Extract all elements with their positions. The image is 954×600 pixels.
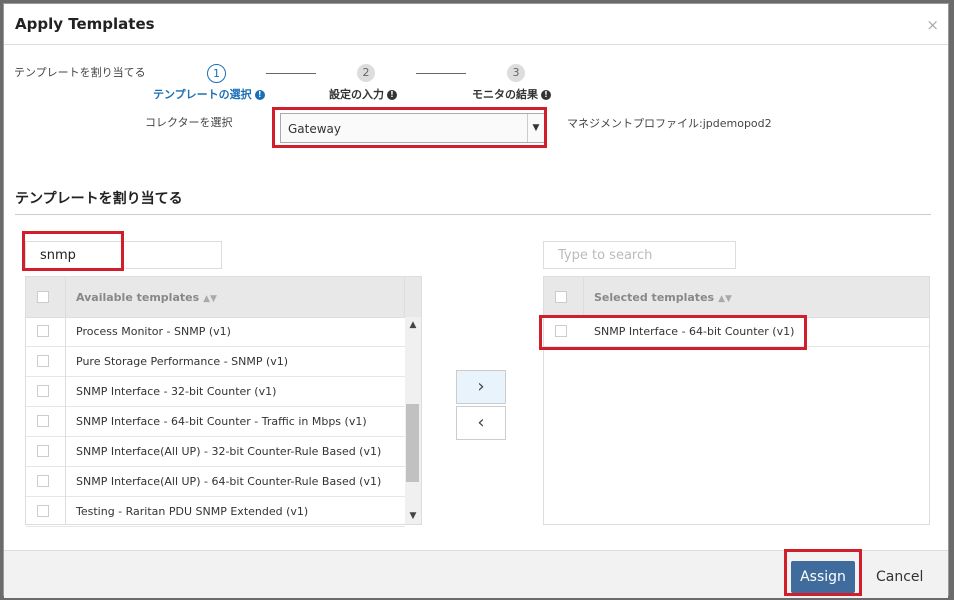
list-item[interactable]: SNMP Interface(All UP) - 64-bit Counter-…	[26, 467, 405, 497]
selected-table-header: Selected templates ▲▼	[544, 277, 929, 318]
scrollbar-thumb[interactable]	[406, 403, 419, 482]
step-2-circle: 2	[357, 64, 375, 82]
step-2-label[interactable]: 設定の入力!	[329, 86, 397, 102]
step-1-text: テンプレートの選択	[153, 88, 252, 101]
highlight-box	[22, 231, 124, 271]
step-1-label[interactable]: テンプレートの選択!	[153, 86, 265, 102]
template-name: Pure Storage Performance - SNMP (v1)	[76, 355, 289, 368]
column-divider	[404, 277, 405, 317]
template-name: Process Monitor - SNMP (v1)	[76, 325, 231, 338]
assign-section-title: テンプレートを割り当てる	[15, 191, 183, 207]
available-header[interactable]: Available templates ▲▼	[76, 291, 217, 304]
move-right-button[interactable]: ›	[456, 370, 506, 404]
list-item[interactable]: Process Monitor - SNMP (v1)	[26, 317, 405, 347]
column-divider	[583, 277, 584, 317]
column-divider	[65, 317, 66, 524]
row-checkbox[interactable]	[37, 325, 49, 337]
move-left-button[interactable]: ‹	[456, 406, 506, 440]
management-profile: マネジメントプロファイル:jpdemopod2	[567, 117, 772, 130]
step-connector	[416, 73, 466, 74]
collector-label: コレクターを選択	[145, 116, 233, 129]
list-item[interactable]: Testing - Raritan PDU SNMP Extended (v1)	[26, 497, 405, 527]
list-item[interactable]: SNMP Interface(All UP) - 32-bit Counter-…	[26, 437, 405, 467]
column-divider	[65, 277, 66, 317]
row-checkbox[interactable]	[37, 385, 49, 397]
list-item[interactable]: Pure Storage Performance - SNMP (v1)	[26, 347, 405, 377]
highlight-box	[272, 107, 547, 148]
wizard-heading: テンプレートを割り当てる	[14, 66, 146, 79]
selected-search-placeholder: Type to search	[558, 248, 653, 263]
section-divider	[15, 214, 931, 215]
selected-header[interactable]: Selected templates ▲▼	[594, 291, 732, 304]
highlight-box	[539, 315, 807, 350]
chevron-right-icon: ›	[477, 376, 485, 397]
step-2-text: 設定の入力	[329, 88, 384, 101]
row-checkbox[interactable]	[37, 505, 49, 517]
sort-icon[interactable]: ▲▼	[203, 294, 217, 304]
template-name: SNMP Interface(All UP) - 64-bit Counter-…	[76, 475, 382, 488]
selected-search-input[interactable]: Type to search	[543, 241, 736, 269]
sort-icon[interactable]: ▲▼	[718, 294, 732, 304]
info-icon: !	[387, 90, 397, 100]
info-icon: !	[541, 90, 551, 100]
info-icon: !	[254, 90, 265, 100]
row-checkbox[interactable]	[37, 445, 49, 457]
list-item[interactable]: SNMP Interface - 64-bit Counter - Traffi…	[26, 407, 405, 437]
dialog-title: Apply Templates	[15, 15, 155, 33]
template-name: SNMP Interface - 64-bit Counter - Traffi…	[76, 415, 367, 428]
scroll-down-icon[interactable]: ▼	[405, 511, 421, 521]
select-all-checkbox[interactable]	[37, 291, 49, 303]
dialog-header: Apply Templates ×	[4, 4, 948, 45]
selected-templates-panel: Selected templates ▲▼ SNMP Interface - 64…	[543, 276, 930, 525]
available-scrollbar[interactable]: ▲ ▼	[405, 317, 421, 524]
row-checkbox[interactable]	[37, 355, 49, 367]
step-connector	[266, 73, 316, 74]
apply-templates-dialog: Apply Templates × テンプレートを割り当てる 1 2 3 テンプ…	[3, 3, 949, 598]
chevron-left-icon: ‹	[477, 412, 485, 433]
step-3-label[interactable]: モニタの結果!	[472, 86, 551, 102]
step-1-circle: 1	[207, 64, 226, 83]
available-templates-panel: Available templates ▲▼ Process Monitor - …	[25, 276, 422, 527]
close-icon[interactable]: ×	[926, 16, 939, 34]
template-name: SNMP Interface(All UP) - 32-bit Counter-…	[76, 445, 382, 458]
template-name: SNMP Interface - 32-bit Counter (v1)	[76, 385, 277, 398]
template-name: Testing - Raritan PDU SNMP Extended (v1)	[76, 505, 309, 518]
available-header-label: Available templates	[76, 291, 200, 304]
row-checkbox[interactable]	[37, 475, 49, 487]
scroll-up-icon[interactable]: ▲	[405, 320, 421, 330]
select-all-checkbox[interactable]	[555, 291, 567, 303]
cancel-button[interactable]: Cancel	[876, 569, 923, 585]
row-checkbox[interactable]	[37, 415, 49, 427]
selected-header-label: Selected templates	[594, 291, 715, 304]
list-item[interactable]: SNMP Interface - 32-bit Counter (v1)	[26, 377, 405, 407]
highlight-box	[784, 549, 862, 596]
step-3-text: モニタの結果	[472, 88, 538, 101]
step-3-circle: 3	[507, 64, 525, 82]
available-table-header: Available templates ▲▼	[26, 277, 421, 318]
